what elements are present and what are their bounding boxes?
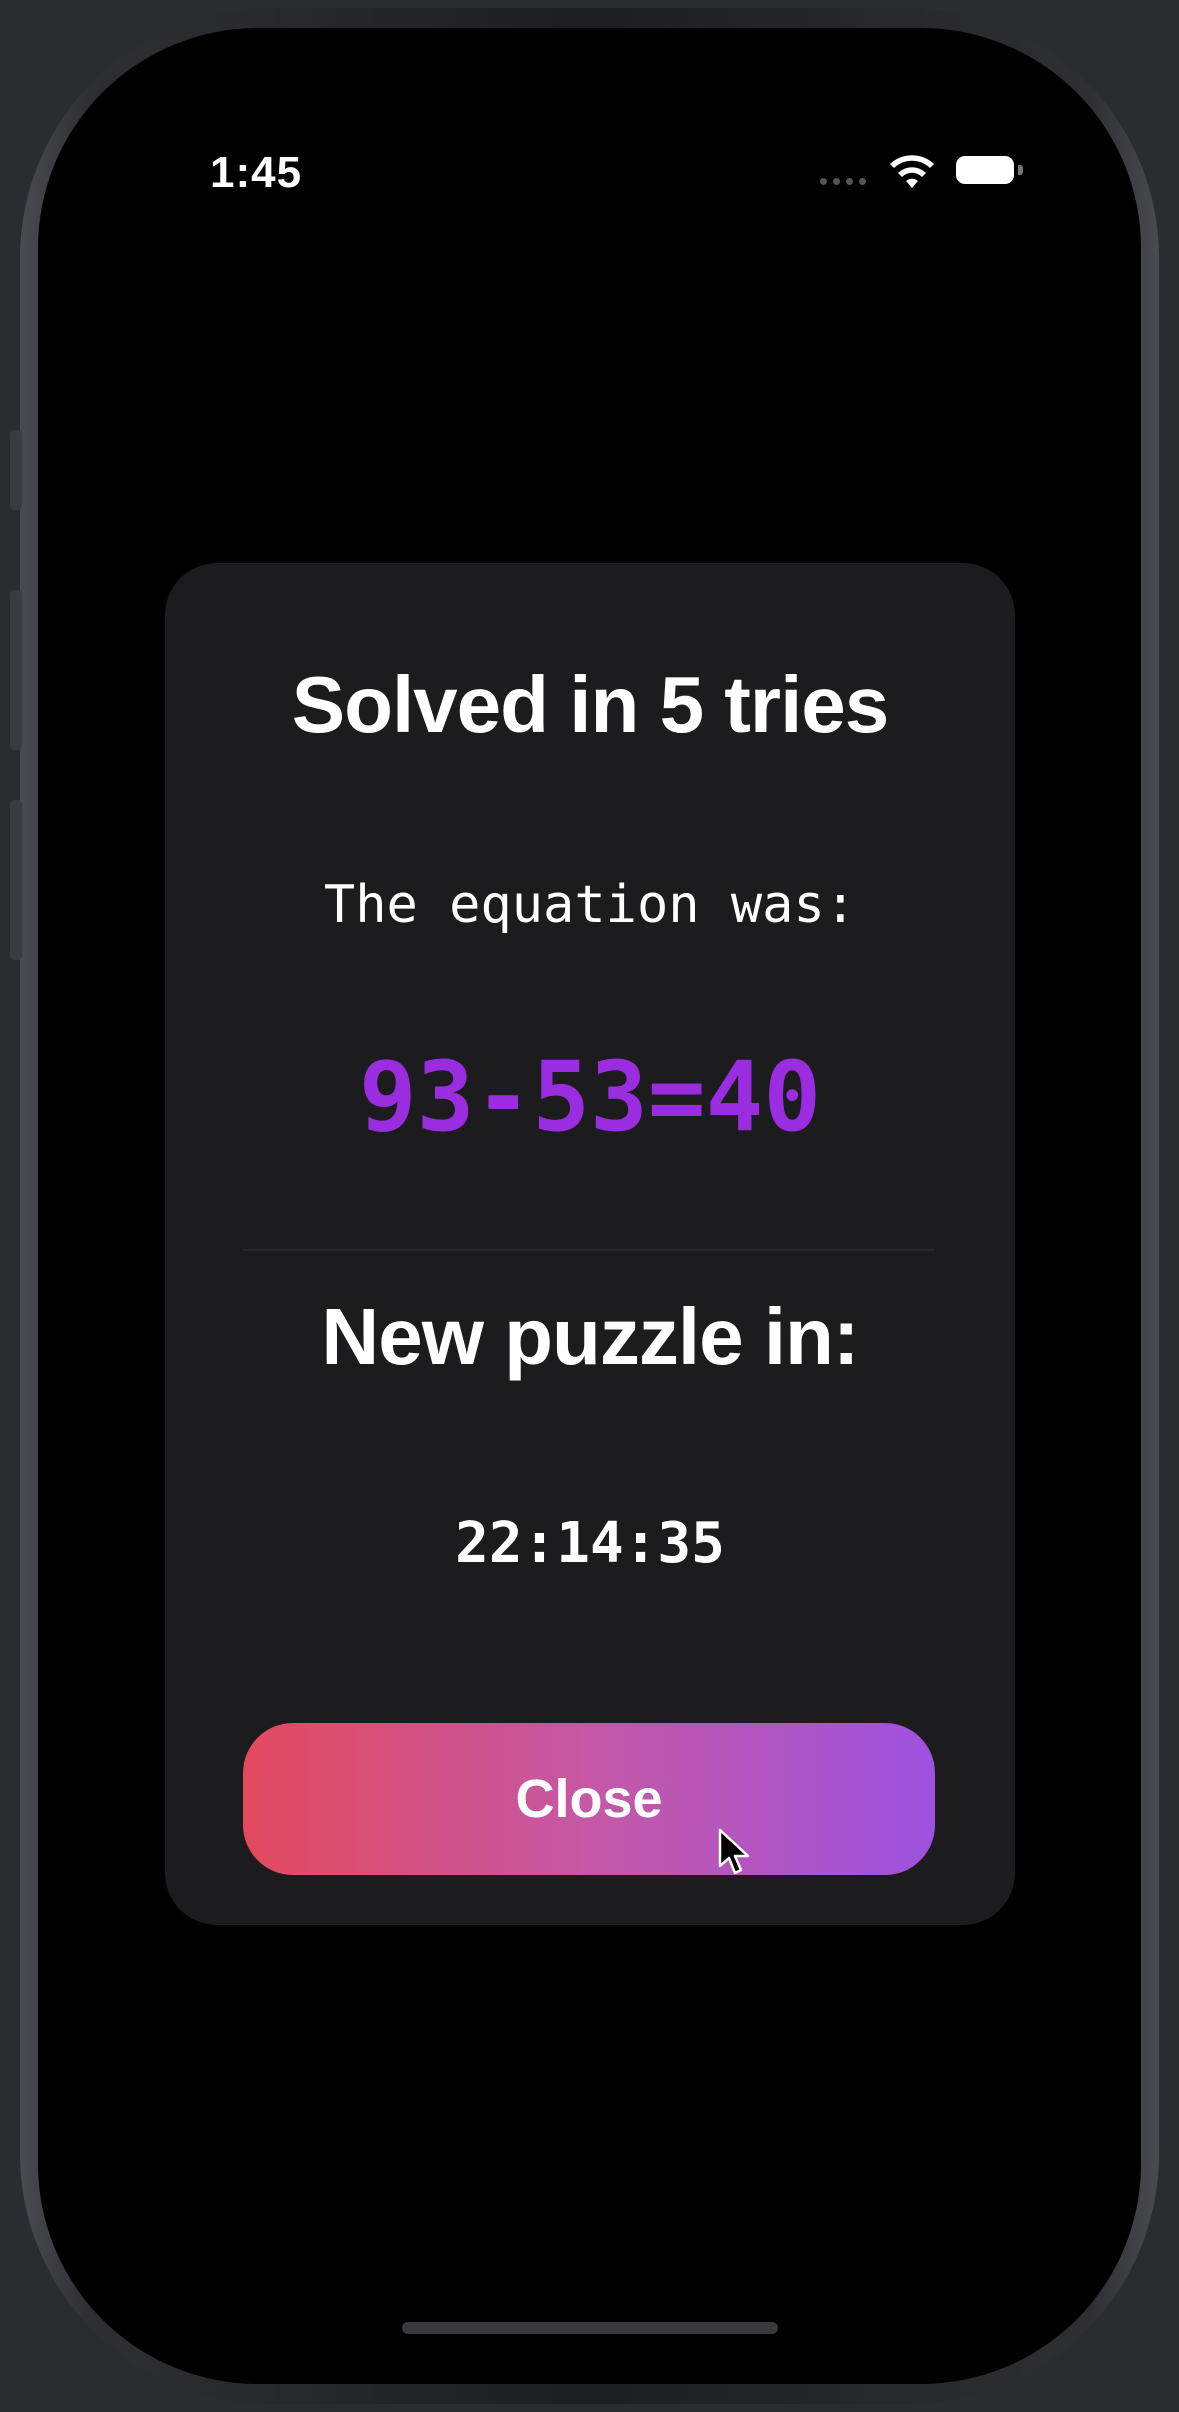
- status-time: 1:45: [210, 148, 303, 197]
- volume-up-button: [10, 590, 22, 750]
- equation-value: 93-53=40: [358, 1041, 822, 1153]
- cellular-icon: [820, 178, 866, 185]
- home-indicator: [402, 2322, 778, 2334]
- volume-down-button: [10, 800, 22, 960]
- battery-icon: [956, 156, 1014, 184]
- countdown-timer: 22:14:35: [455, 1511, 725, 1576]
- equation-label: The equation was:: [323, 875, 857, 935]
- mute-switch: [10, 430, 22, 510]
- countdown-title: New puzzle in:: [321, 1292, 859, 1381]
- divider: [243, 1249, 935, 1251]
- notch: [440, 28, 816, 64]
- close-button[interactable]: Close: [243, 1723, 935, 1875]
- mouse-pointer-icon: [718, 1828, 750, 1875]
- result-title: Solved in 5 tries: [291, 660, 890, 749]
- wifi-icon: [890, 155, 934, 188]
- result-card: Solved in 5 tries The equation was: 93-5…: [165, 563, 1015, 1925]
- screen: 1:45 Solved in 5 tries The equation was:…: [38, 28, 1141, 2384]
- battery-tip: [1018, 165, 1023, 175]
